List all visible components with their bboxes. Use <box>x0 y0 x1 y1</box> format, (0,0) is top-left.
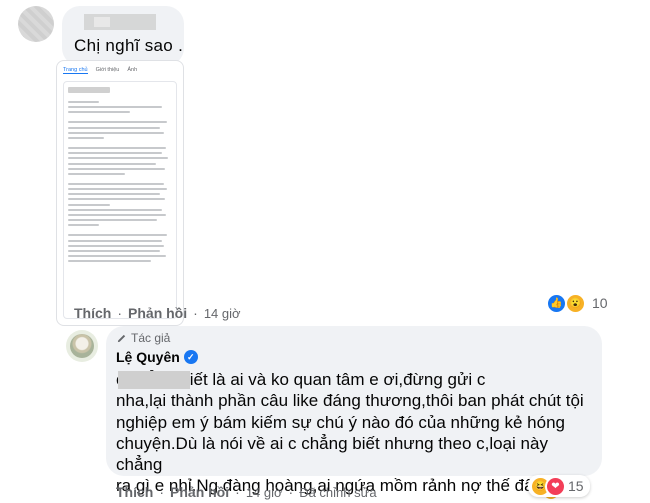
like-button[interactable]: Thích <box>74 305 111 321</box>
reaction-summary[interactable]: 😆 ❤ 15 <box>528 475 590 497</box>
reaction-summary[interactable]: 👍 😮 10 <box>546 292 608 314</box>
author-name-text[interactable]: Lệ Quyên <box>116 349 180 365</box>
screenshot-tab-home: Trang chủ <box>63 67 88 74</box>
edited-label: Đã chỉnh sửa <box>299 484 377 500</box>
reaction-count: 10 <box>592 295 608 311</box>
screenshot-tab-about: Giới thiệu <box>95 67 120 73</box>
author-badge-label: Tác giả <box>131 331 171 345</box>
pen-icon <box>117 334 126 342</box>
attached-screenshot[interactable]: Trang chủ Giới thiệu Ảnh <box>56 60 184 326</box>
author-name[interactable]: Lệ Quyên ✓ <box>116 349 198 365</box>
screenshot-tabs: Trang chủ Giới thiệu Ảnh <box>63 67 137 74</box>
reply-button[interactable]: Phản hồi <box>170 484 229 500</box>
screenshot-tab-photos: Ảnh <box>127 67 138 73</box>
screenshot-text-lines <box>68 87 172 266</box>
reaction-count: 15 <box>568 478 584 494</box>
blurred-mentioned-name <box>118 371 190 389</box>
blurred-commenter-name-detail <box>94 17 110 27</box>
comment-actions: Thích · Phản hồi · 14 giờ <box>74 305 241 321</box>
comment-timestamp[interactable]: 14 giờ <box>204 306 241 321</box>
reply-timestamp[interactable]: 14 giờ <box>246 485 283 500</box>
separator: · <box>117 305 123 321</box>
comment-text: Chị nghĩ sao . <box>74 36 184 55</box>
author-badge: Tác giả <box>116 331 170 345</box>
separator: · <box>193 305 198 321</box>
like-reaction-icon: 👍 <box>546 292 567 314</box>
verified-badge-icon: ✓ <box>183 350 198 364</box>
reply-actions: Thích · Phản hồi · 14 giờ · Đã chỉnh sửa <box>116 484 377 500</box>
commenter-avatar[interactable] <box>18 6 54 42</box>
separator: · <box>159 484 165 500</box>
separator: · <box>288 484 294 500</box>
author-avatar[interactable] <box>66 330 98 362</box>
reply-button[interactable]: Phản hồi <box>128 305 187 321</box>
separator: · <box>235 484 240 500</box>
wow-reaction-icon: 😮 <box>565 292 586 314</box>
love-reaction-icon: ❤ <box>545 475 566 497</box>
like-button[interactable]: Thích <box>116 484 153 500</box>
